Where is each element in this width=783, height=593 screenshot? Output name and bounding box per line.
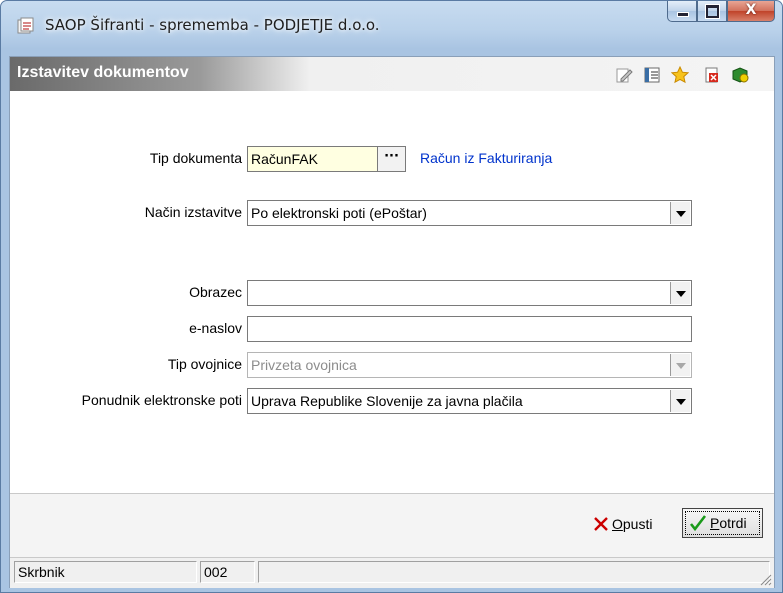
obrazec-select[interactable] (247, 280, 692, 306)
separator (10, 493, 774, 494)
chevron-down-icon (670, 354, 690, 376)
status-message (258, 561, 770, 583)
ponudnik-value: Uprava Republike Slovenije za javna plač… (251, 393, 523, 409)
e-naslov-input[interactable] (247, 316, 692, 342)
cancel-label: Opusti (612, 510, 652, 538)
tip-ovojnice-select: Privzeta ovojnica (247, 352, 692, 378)
nacin-izstavitve-value: Po elektronski poti (ePoštar) (251, 205, 427, 221)
chevron-down-icon[interactable] (670, 390, 690, 412)
cancel-label-rest: pusti (622, 516, 653, 532)
page-title: Izstavitev dokumentov (17, 64, 189, 81)
confirm-accelerator: P (710, 515, 720, 531)
tip-dokumenta-input[interactable]: RačunFAK (247, 146, 378, 172)
close-icon: X (745, 2, 757, 18)
e-naslov-label: e-naslov (189, 320, 242, 336)
form-area: Tip dokumenta RačunFAK ··· Račun iz Fakt… (10, 91, 774, 493)
tip-dokumenta-browse-button[interactable]: ··· (377, 146, 406, 172)
client-area: Izstavitev dokumentov Tip dokumenta Raču… (9, 56, 775, 588)
star-icon[interactable] (671, 66, 689, 84)
nacin-izstavitve-select[interactable]: Po elektronski poti (ePoštar) (247, 200, 692, 226)
application-window: SAOP Šifranti - sprememba - PODJETJE d.o… (0, 0, 783, 593)
chevron-down-icon[interactable] (670, 282, 690, 304)
ponudnik-label: Ponudnik elektronske poti (81, 392, 242, 408)
title-bar[interactable]: SAOP Šifranti - sprememba - PODJETJE d.o… (1, 1, 782, 49)
tip-ovojnice-label: Tip ovojnice (167, 356, 242, 372)
ponudnik-select[interactable]: Uprava Republike Slovenije za javna plač… (247, 388, 692, 414)
delete-icon[interactable] (703, 66, 721, 84)
tip-dokumenta-description: Račun iz Fakturiranja (420, 150, 553, 166)
window-controls: X (667, 1, 775, 23)
status-code: 002 (200, 561, 255, 583)
close-icon (594, 517, 608, 531)
tip-ovojnice-value: Privzeta ovojnica (251, 357, 357, 373)
edit-icon[interactable] (615, 66, 633, 84)
confirm-button[interactable]: Potrdi (682, 508, 763, 538)
confirm-label-rest: otrdi (719, 515, 747, 531)
resize-grip-icon[interactable] (758, 572, 772, 586)
close-button[interactable]: X (727, 1, 775, 22)
minimize-button[interactable] (667, 1, 697, 22)
maximize-button[interactable] (697, 1, 727, 22)
list-icon[interactable] (643, 66, 661, 84)
minimize-icon (677, 12, 689, 17)
status-user: Skrbnik (14, 561, 197, 583)
cancel-button[interactable]: Opusti (593, 509, 679, 539)
tip-dokumenta-label: Tip dokumenta (149, 150, 242, 166)
cancel-accelerator: O (612, 516, 623, 532)
chevron-down-icon[interactable] (670, 202, 690, 224)
help-icon[interactable] (731, 66, 749, 84)
status-bar: Skrbnik 002 (10, 557, 774, 588)
obrazec-label: Obrazec (189, 284, 242, 300)
confirm-label: Potrdi (710, 509, 747, 537)
maximize-icon (705, 4, 720, 19)
app-icon (17, 17, 34, 34)
header-bar: Izstavitev dokumentov (10, 57, 774, 91)
checkmark-icon (689, 515, 707, 532)
nacin-izstavitve-label: Način izstavitve (144, 204, 242, 220)
window-title: SAOP Šifranti - sprememba - PODJETJE d.o… (45, 16, 380, 34)
